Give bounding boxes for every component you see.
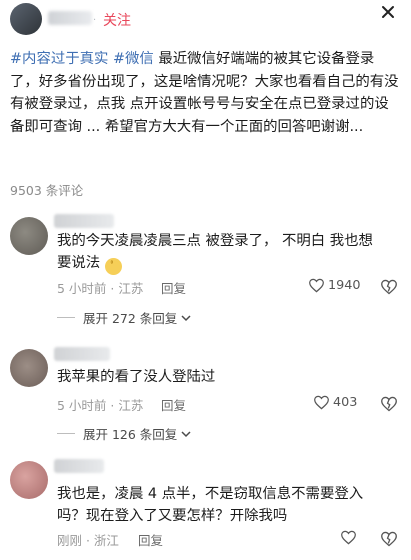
commenter-avatar[interactable]: [10, 461, 48, 499]
commenter-avatar[interactable]: [10, 349, 48, 387]
post-body: #内容过于真实 #微信 最近微信好端端的被其它设备登录了，好多省份出现了，这是啥…: [10, 48, 402, 138]
expand-replies-label[interactable]: 展开 126 条回复: [83, 424, 177, 443]
hashtag-link[interactable]: #微信: [113, 51, 154, 67]
close-icon[interactable]: [378, 2, 398, 22]
separator-dot: ·: [93, 15, 97, 26]
like-button[interactable]: 403: [313, 395, 357, 410]
comment-count: 9503 条评论: [10, 183, 84, 198]
expand-replies-label[interactable]: 展开 272 条回复: [83, 308, 177, 327]
reply-button[interactable]: 回复: [138, 530, 163, 549]
confused-face-emoji: ﾟ: [104, 258, 122, 275]
comment-time-location: 5 小时前 · 江苏: [57, 281, 144, 296]
heart-icon: [341, 530, 356, 545]
author-avatar[interactable]: [10, 3, 42, 35]
commenter-name-blurred[interactable]: [54, 459, 104, 473]
expand-replies[interactable]: 展开 126 条回复: [57, 424, 192, 443]
divider-line: [57, 317, 75, 318]
like-count: 403: [333, 395, 358, 410]
broken-heart-icon[interactable]: [380, 396, 398, 412]
comment-time-location: 刚刚 · 浙江: [57, 533, 119, 548]
heart-icon: [309, 278, 324, 293]
chevron-down-icon: [181, 314, 191, 321]
reply-button[interactable]: 回复: [161, 278, 186, 297]
commenter-name-blurred[interactable]: [54, 214, 114, 228]
comment-text: 我也是，凌晨 4 点半，不是窃取信息不需要登入吗？现在登入了又要怎样？开除我吗: [57, 486, 364, 524]
like-button[interactable]: 1940: [308, 278, 361, 293]
commenter-avatar[interactable]: [10, 217, 48, 255]
heart-icon: [314, 395, 329, 410]
commenter-name-blurred[interactable]: [54, 347, 110, 361]
like-count: 1940: [328, 278, 361, 293]
comment-time-location: 5 小时前 · 江苏: [57, 398, 144, 413]
chevron-down-icon: [181, 430, 191, 437]
broken-heart-icon[interactable]: [380, 531, 398, 547]
hashtag-link[interactable]: #内容过于真实: [10, 51, 108, 67]
author-name-blurred[interactable]: [48, 11, 92, 25]
comment-text: 我苹果的看了没人登陆过: [57, 369, 216, 385]
divider-line: [57, 433, 75, 434]
post-header: · 关注: [0, 0, 411, 38]
reply-button[interactable]: 回复: [161, 395, 186, 414]
comment-text: 我的今天凌晨凌晨三点 被登录了， 不明白 我也想要说法 ﾟ: [57, 233, 373, 275]
follow-button[interactable]: 关注: [103, 10, 131, 30]
like-button[interactable]: [340, 530, 357, 545]
broken-heart-icon[interactable]: [380, 279, 398, 295]
expand-replies[interactable]: 展开 272 条回复: [57, 308, 192, 327]
